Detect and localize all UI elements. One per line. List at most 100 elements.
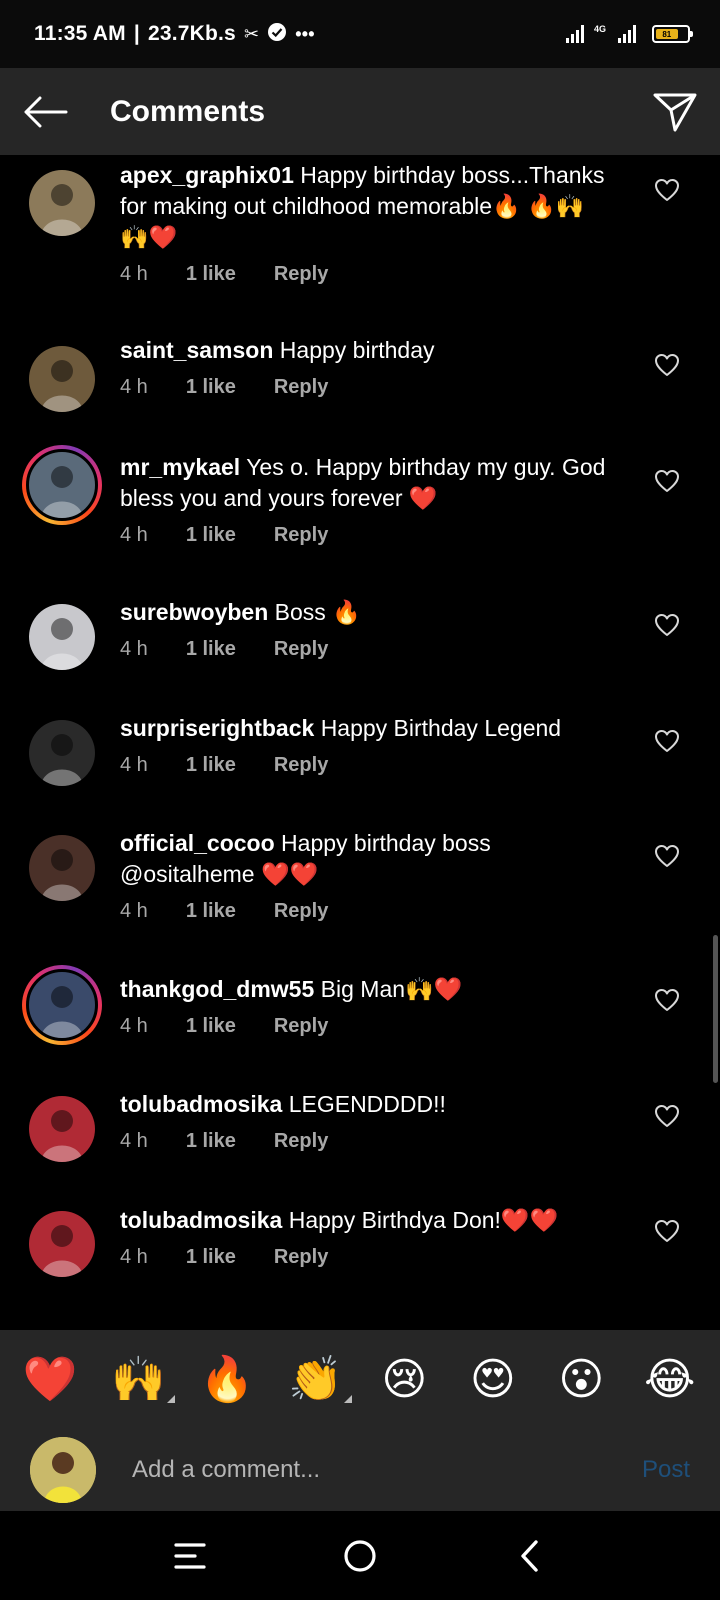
comment-username[interactable]: thankgod_dmw55 bbox=[120, 976, 314, 1002]
comment-body: apex_graphix01 Happy birthday boss...Tha… bbox=[120, 160, 610, 286]
reaction-emoji: 😂 bbox=[644, 1354, 696, 1404]
avatar[interactable] bbox=[22, 965, 102, 1045]
reply-button[interactable]: Reply bbox=[274, 638, 328, 661]
heart-icon bbox=[655, 845, 679, 867]
heart-icon bbox=[655, 179, 679, 201]
comment-time: 4 h bbox=[120, 900, 148, 922]
comment-message: Happy Birthdya Don!❤️❤️ bbox=[288, 1207, 559, 1233]
comment-likes[interactable]: 1 like bbox=[186, 638, 236, 661]
heart-icon bbox=[655, 1105, 679, 1127]
reply-button[interactable]: Reply bbox=[274, 263, 328, 286]
comment-input[interactable] bbox=[132, 1455, 642, 1484]
reaction-emoji: 🔥 bbox=[199, 1355, 255, 1404]
reaction-emoji-button[interactable]: 😍 bbox=[463, 1354, 523, 1405]
comment-username[interactable]: tolubadmosika bbox=[120, 1091, 282, 1117]
like-button[interactable] bbox=[654, 988, 682, 1016]
system-back-button[interactable] bbox=[500, 1526, 560, 1586]
comment-username[interactable]: saint_samson bbox=[120, 337, 273, 363]
signal-icon-2 bbox=[618, 25, 636, 43]
like-button[interactable] bbox=[654, 1104, 682, 1132]
heart-icon bbox=[655, 614, 679, 636]
heart-icon bbox=[655, 470, 679, 492]
reaction-emoji: ❤️ bbox=[22, 1355, 78, 1404]
comment-likes[interactable]: 1 like bbox=[186, 1130, 236, 1153]
reaction-emoji-button[interactable]: 🔥 bbox=[197, 1353, 257, 1405]
skin-tone-indicator bbox=[343, 1395, 352, 1403]
home-button[interactable] bbox=[330, 1526, 390, 1586]
back-button[interactable] bbox=[0, 68, 90, 155]
like-button[interactable] bbox=[654, 469, 682, 497]
comment-body: tolubadmosika Happy Birthdya Don!❤️❤️ 4 h… bbox=[120, 1205, 610, 1269]
reply-button[interactable]: Reply bbox=[274, 1015, 328, 1038]
reaction-emoji: 😮 bbox=[558, 1354, 605, 1404]
avatar[interactable] bbox=[22, 445, 102, 525]
reaction-emoji-button[interactable]: 👏 bbox=[286, 1353, 352, 1405]
comment-username[interactable]: apex_graphix01 bbox=[120, 162, 294, 188]
heart-icon bbox=[655, 1220, 679, 1242]
comment-text: official_cocoo Happy birthday boss @osit… bbox=[120, 828, 610, 890]
comment-likes[interactable]: 1 like bbox=[186, 1246, 236, 1269]
reaction-emoji-button[interactable]: 😮 bbox=[551, 1354, 611, 1405]
comment-likes[interactable]: 1 like bbox=[186, 1015, 236, 1038]
comment-username[interactable]: tolubadmosika bbox=[120, 1207, 282, 1233]
reply-button[interactable]: Reply bbox=[274, 754, 328, 777]
recents-button[interactable] bbox=[160, 1526, 220, 1586]
avatar[interactable] bbox=[22, 1204, 102, 1284]
reaction-emoji-button[interactable]: 🙌 bbox=[109, 1353, 175, 1405]
comment-username[interactable]: surebwoyben bbox=[120, 599, 268, 625]
like-button[interactable] bbox=[654, 353, 682, 381]
reply-button[interactable]: Reply bbox=[274, 524, 328, 547]
more-dots-icon: ••• bbox=[295, 23, 315, 44]
post-button[interactable]: Post bbox=[642, 1456, 690, 1484]
avatar-image bbox=[29, 346, 95, 412]
status-bar: 11:35 AM | 23.7Kb.s ✂ ••• 4G 81 bbox=[0, 0, 720, 68]
comment-time: 4 h bbox=[120, 524, 148, 546]
scrollbar[interactable] bbox=[713, 935, 718, 1083]
reaction-emoji-button[interactable]: 😂 bbox=[640, 1354, 700, 1405]
like-button[interactable] bbox=[654, 613, 682, 641]
comment-likes[interactable]: 1 like bbox=[186, 754, 236, 777]
avatar[interactable] bbox=[22, 163, 102, 243]
comment-likes[interactable]: 1 like bbox=[186, 524, 236, 547]
comment-time: 4 h bbox=[120, 1130, 148, 1152]
my-avatar bbox=[30, 1436, 96, 1503]
comment-likes[interactable]: 1 like bbox=[186, 376, 236, 399]
like-button[interactable] bbox=[654, 1219, 682, 1247]
status-time: 11:35 AM bbox=[34, 22, 126, 45]
check-badge-icon bbox=[267, 22, 287, 47]
reply-button[interactable]: Reply bbox=[274, 376, 328, 399]
status-left: 11:35 AM | 23.7Kb.s ✂ ••• bbox=[34, 22, 315, 47]
comment-meta: 4 h 1 like Reply bbox=[120, 900, 610, 923]
share-button[interactable] bbox=[630, 68, 720, 155]
comment-username[interactable]: mr_mykael bbox=[120, 454, 240, 480]
avatar-image bbox=[29, 720, 95, 786]
reaction-emoji-button[interactable]: ❤️ bbox=[20, 1353, 80, 1405]
comment-meta: 4 h 1 like Reply bbox=[120, 1130, 610, 1153]
avatar[interactable] bbox=[22, 597, 102, 677]
comments-list[interactable]: apex_graphix01 Happy birthday boss...Tha… bbox=[0, 155, 720, 1330]
page-title: Comments bbox=[110, 94, 266, 128]
comment-meta: 4 h 1 like Reply bbox=[120, 376, 610, 399]
comment-likes[interactable]: 1 like bbox=[186, 900, 236, 923]
comment-username[interactable]: official_cocoo bbox=[120, 830, 275, 856]
reply-button[interactable]: Reply bbox=[274, 1246, 328, 1269]
avatar[interactable] bbox=[22, 1089, 102, 1169]
comment-username[interactable]: surpriserightback bbox=[120, 715, 314, 741]
header-bar: Comments bbox=[0, 68, 720, 155]
avatar[interactable] bbox=[22, 828, 102, 908]
reply-button[interactable]: Reply bbox=[274, 1130, 328, 1153]
comment-body: surpriserightback Happy Birthday Legend 4… bbox=[120, 713, 610, 777]
avatar[interactable] bbox=[22, 713, 102, 793]
reaction-emoji-button[interactable]: 😢 bbox=[374, 1354, 434, 1405]
like-button[interactable] bbox=[654, 844, 682, 872]
back-icon bbox=[521, 1539, 538, 1572]
like-button[interactable] bbox=[654, 729, 682, 757]
battery-icon: 81 bbox=[652, 25, 693, 43]
reaction-emoji: 🙌 bbox=[111, 1355, 167, 1404]
like-button[interactable] bbox=[654, 178, 682, 206]
reply-button[interactable]: Reply bbox=[274, 900, 328, 923]
avatar[interactable] bbox=[22, 339, 102, 419]
comment-likes[interactable]: 1 like bbox=[186, 263, 236, 286]
comment-message: Happy birthday bbox=[279, 337, 435, 363]
comment-text: tolubadmosika LEGENDDDD!! bbox=[120, 1089, 610, 1120]
